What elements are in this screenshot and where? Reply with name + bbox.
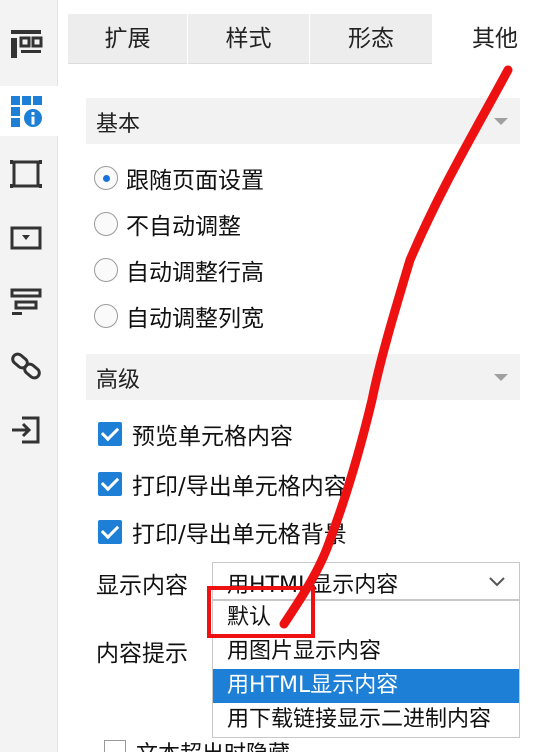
option-download-link[interactable]: 用下载链接显示二进制内容 [213, 703, 519, 737]
radio-no-auto-adjust[interactable]: 不自动调整 [94, 208, 241, 240]
select-value: 用HTML显示内容 [227, 573, 399, 598]
radio-label: 跟随页面设置 [126, 168, 264, 194]
content-tooltip-label: 内容提示 [96, 641, 188, 667]
tab-other[interactable]: 其他 [433, 14, 557, 65]
section-advanced-title: 高级 [96, 368, 141, 393]
gutter [58, 0, 68, 752]
checkbox-label: 预览单元格内容 [132, 424, 293, 450]
overflow-hide-label: 文本超出时隐藏 [136, 736, 290, 752]
radio-button[interactable] [94, 212, 118, 236]
radio-button[interactable] [94, 258, 118, 282]
display-content-dropdown: 默认 用图片显示内容 用HTML显示内容 用下载链接显示二进制内容 [212, 600, 520, 738]
check-print-export-content[interactable]: 打印/导出单元格内容 [98, 468, 347, 500]
display-content-select[interactable]: 用HTML显示内容 [212, 562, 520, 600]
section-basic-title: 基本 [96, 112, 141, 137]
import-icon[interactable] [8, 412, 44, 448]
radio-label: 自动调整列宽 [126, 306, 264, 332]
radio-label: 自动调整行高 [126, 260, 264, 286]
option-image[interactable]: 用图片显示内容 [213, 635, 519, 669]
checkbox[interactable] [98, 472, 122, 496]
radio-button[interactable] [94, 304, 118, 328]
border-frame-icon[interactable] [8, 156, 44, 192]
radio-auto-row-height[interactable]: 自动调整行高 [94, 254, 264, 286]
section-basic-header[interactable]: 基本 [86, 98, 520, 144]
hyperlink-icon[interactable] [8, 348, 44, 384]
property-tabs: 扩展 样式 形态 其他 [68, 14, 557, 65]
check-preview-cell-content[interactable]: 预览单元格内容 [98, 418, 293, 450]
section-advanced-header[interactable]: 高级 [86, 354, 520, 400]
collapse-caret-icon [494, 374, 508, 381]
radio-label: 不自动调整 [126, 214, 241, 240]
check-print-export-background[interactable]: 打印/导出单元格背景 [98, 516, 347, 548]
option-default[interactable]: 默认 [213, 601, 519, 635]
radio-button[interactable] [94, 166, 118, 190]
radio-follow-page[interactable]: 跟随页面设置 [94, 162, 264, 194]
tab-style[interactable]: 样式 [188, 14, 310, 64]
checkbox-label: 打印/导出单元格背景 [132, 522, 347, 548]
cell-properties-icon[interactable] [0, 86, 58, 136]
checkbox-overflow-hide[interactable] [104, 740, 126, 752]
checkbox[interactable] [98, 422, 122, 446]
left-toolbar [0, 0, 58, 752]
chevron-down-icon[interactable] [487, 571, 507, 595]
tab-extension[interactable]: 扩展 [68, 14, 188, 64]
display-content-label: 显示内容 [96, 573, 188, 599]
checkbox[interactable] [98, 520, 122, 544]
cell-layout-icon[interactable] [8, 26, 44, 62]
option-html[interactable]: 用HTML显示内容 [213, 669, 519, 703]
widget-dropdown-icon[interactable] [8, 220, 44, 256]
radio-auto-col-width[interactable]: 自动调整列宽 [94, 300, 264, 332]
condition-list-icon[interactable] [8, 284, 44, 320]
checkbox-label: 打印/导出单元格内容 [132, 474, 347, 500]
collapse-caret-icon [494, 118, 508, 125]
tab-form[interactable]: 形态 [310, 14, 433, 64]
